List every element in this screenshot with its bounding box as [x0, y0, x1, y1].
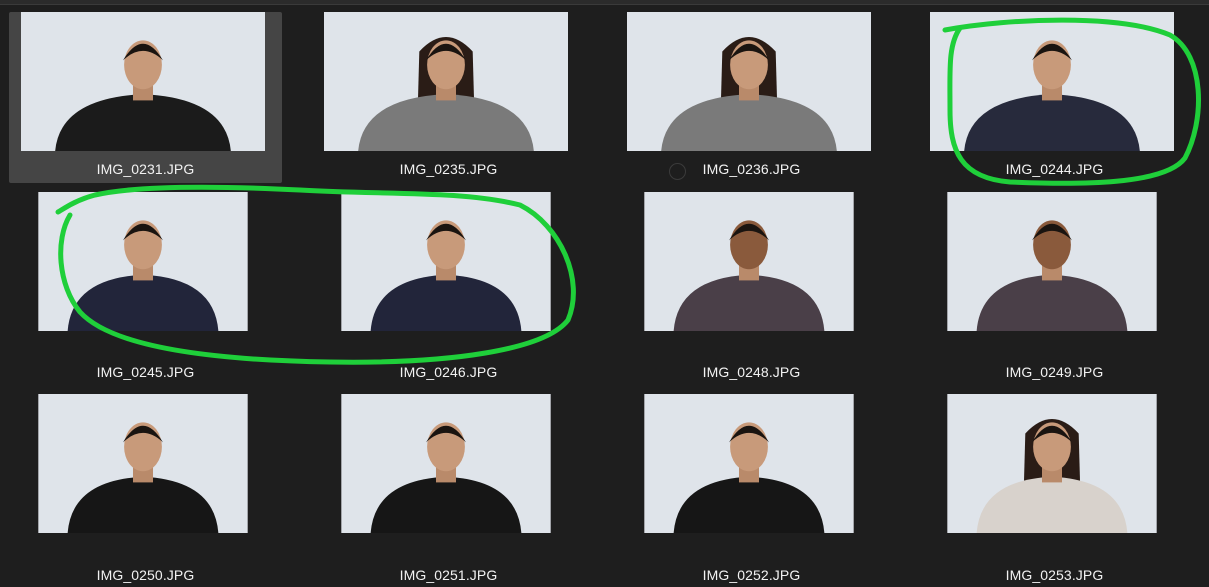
- portrait-image: [930, 12, 1174, 151]
- file-tile[interactable]: IMG_0236.JPG: [615, 12, 888, 183]
- photo-thumbnail[interactable]: [324, 394, 568, 556]
- photo-thumbnail[interactable]: [627, 192, 871, 354]
- file-tile[interactable]: IMG_0250.JPG: [9, 394, 282, 583]
- file-tile[interactable]: IMG_0249.JPG: [918, 191, 1191, 380]
- file-name-label: IMG_0246.JPG: [399, 364, 498, 380]
- file-tile[interactable]: IMG_0252.JPG: [615, 394, 888, 583]
- photo-thumbnail[interactable]: [930, 12, 1174, 151]
- file-name-label: IMG_0236.JPG: [702, 161, 801, 177]
- portrait-image: [21, 12, 265, 151]
- file-name-label: IMG_0252.JPG: [702, 567, 801, 583]
- photo-thumbnail[interactable]: [21, 192, 265, 354]
- portrait-image: [947, 192, 1157, 331]
- file-name-label: IMG_0231.JPG: [96, 161, 195, 177]
- file-name-label: IMG_0235.JPG: [399, 161, 498, 177]
- file-tile[interactable]: IMG_0235.JPG: [312, 12, 585, 183]
- portrait-image: [324, 12, 568, 151]
- photo-thumbnail[interactable]: [21, 12, 265, 151]
- portrait-image: [341, 192, 551, 331]
- photo-thumbnail[interactable]: [930, 394, 1174, 556]
- portrait-image: [627, 12, 871, 151]
- thumbnail-grid: IMG_0231.JPG IMG_0235.JPG IMG_0236.JPG I…: [0, 0, 1209, 587]
- portrait-image: [38, 394, 248, 533]
- portrait-image: [341, 394, 551, 533]
- file-tile[interactable]: IMG_0231.JPG: [9, 12, 282, 183]
- file-tile[interactable]: IMG_0245.JPG: [9, 191, 282, 380]
- file-tile[interactable]: IMG_0253.JPG: [918, 394, 1191, 583]
- file-name-label: IMG_0251.JPG: [399, 567, 498, 583]
- file-name-label: IMG_0249.JPG: [1005, 364, 1104, 380]
- photo-thumbnail[interactable]: [324, 192, 568, 354]
- photo-thumbnail[interactable]: [21, 394, 265, 556]
- portrait-image: [644, 394, 854, 533]
- file-name-label: IMG_0253.JPG: [1005, 567, 1104, 583]
- file-name-label: IMG_0245.JPG: [96, 364, 195, 380]
- photo-thumbnail[interactable]: [627, 12, 871, 151]
- photo-thumbnail[interactable]: [930, 192, 1174, 354]
- file-name-label: IMG_0248.JPG: [702, 364, 801, 380]
- file-name-label: IMG_0244.JPG: [1005, 161, 1104, 177]
- portrait-image: [644, 192, 854, 331]
- portrait-image: [947, 394, 1157, 533]
- file-tile[interactable]: IMG_0244.JPG: [918, 12, 1191, 183]
- file-tile[interactable]: IMG_0251.JPG: [312, 394, 585, 583]
- photo-thumbnail[interactable]: [324, 12, 568, 151]
- portrait-image: [38, 192, 248, 331]
- file-name-label: IMG_0250.JPG: [96, 567, 195, 583]
- file-tile[interactable]: IMG_0248.JPG: [615, 191, 888, 380]
- photo-thumbnail[interactable]: [627, 394, 871, 556]
- file-tile[interactable]: IMG_0246.JPG: [312, 191, 585, 380]
